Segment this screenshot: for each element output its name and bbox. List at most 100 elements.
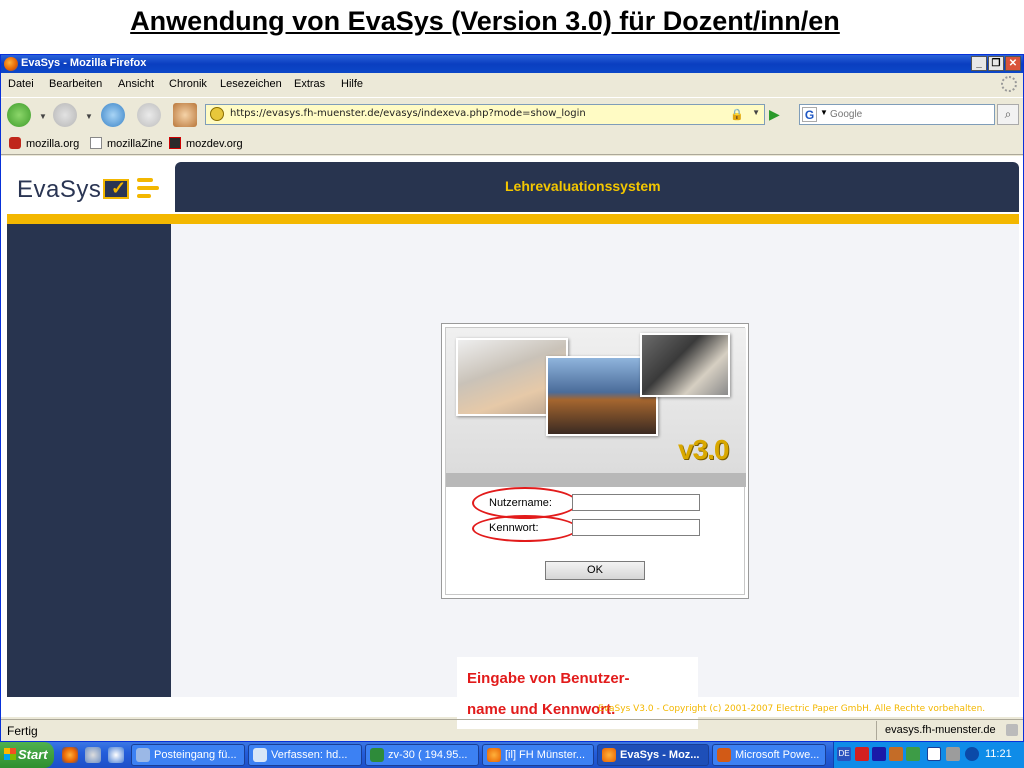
search-input[interactable] [830, 106, 992, 123]
security-lock-icon[interactable] [1006, 724, 1018, 736]
search-engine-dropdown-icon[interactable]: ▼ [820, 108, 828, 117]
banner-strip [446, 473, 746, 487]
tray-volume-icon[interactable] [946, 747, 960, 761]
callout-line-1: Eingabe von Benutzer- [467, 670, 630, 687]
menu-lesezeichen[interactable]: Lesezeichen [220, 78, 282, 90]
menu-bearbeiten[interactable]: Bearbeiten [49, 78, 102, 90]
tray-media-icon[interactable] [872, 747, 886, 761]
sidebar [7, 224, 171, 697]
clock: 11:21 [985, 748, 1012, 760]
search-engine-icon[interactable]: G [802, 107, 817, 122]
system-tray: DE 11:21 [833, 742, 1024, 768]
tray-network-icon[interactable] [906, 747, 920, 761]
evasys-header: EvaSys ✓ Lehrevaluationssystem [7, 162, 1019, 214]
back-icon[interactable] [7, 103, 31, 127]
start-label: Start [18, 747, 48, 762]
powerpoint-icon [717, 748, 731, 762]
login-box: v3.0 Nutzername: Kennwort: OK [441, 323, 749, 599]
taskbar: Start Posteingang fü... Verfassen: hd...… [0, 742, 1024, 768]
login-banner: v3.0 [446, 328, 746, 473]
mail-icon [136, 748, 150, 762]
compose-icon [253, 748, 267, 762]
window-title: EvaSys - Mozilla Firefox [21, 57, 147, 69]
password-label: Kennwort: [489, 522, 539, 534]
back-dropdown-icon[interactable]: ▼ [39, 112, 47, 121]
task-evasys[interactable]: EvaSys - Moz... [597, 744, 709, 766]
callout-line-2: name und Kennwort. [467, 701, 616, 718]
language-indicator[interactable]: DE [837, 747, 851, 761]
close-button[interactable]: ✕ [1005, 56, 1021, 71]
firefox-window: EvaSys - Mozilla Firefox _ ❐ ✕ Datei Bea… [0, 54, 1024, 742]
url-dropdown-icon[interactable]: ▼ [752, 108, 760, 117]
tray-update-icon[interactable] [965, 747, 979, 761]
username-input[interactable] [572, 494, 700, 511]
firefox-task-icon [487, 748, 501, 762]
stop-icon[interactable] [137, 103, 161, 127]
tray-acrobat-icon[interactable] [855, 747, 869, 761]
throbber-icon [1001, 76, 1017, 92]
minimize-button[interactable]: _ [971, 56, 987, 71]
firefox-icon [4, 57, 18, 71]
search-icon[interactable]: ⌕ [997, 104, 1019, 125]
evasys-logo: EvaSys ✓ [7, 162, 172, 212]
header-bar: Lehrevaluationssystem [175, 162, 1019, 212]
version-badge: v3.0 [678, 434, 729, 465]
login-inner: v3.0 Nutzername: Kennwort: OK [445, 327, 746, 595]
slide-title: Anwendung von EvaSys (Version 3.0) für D… [130, 6, 840, 36]
header-title: Lehrevaluationssystem [505, 178, 661, 194]
menu-chronik[interactable]: Chronik [169, 78, 207, 90]
status-bar: Fertig evasys.fh-muenster.de [1, 719, 1023, 741]
header-divider [7, 214, 1019, 224]
task-posteingang[interactable]: Posteingang fü... [131, 744, 245, 766]
forward-icon[interactable] [53, 103, 77, 127]
logo-checkbox-icon: ✓ [103, 178, 129, 199]
photo-computer-user [640, 333, 730, 397]
site-identity-icon[interactable] [210, 107, 224, 121]
task-verfassen[interactable]: Verfassen: hd... [248, 744, 362, 766]
bookmark-mozdev-org[interactable]: mozdev.org [169, 137, 243, 150]
status-text: Fertig [7, 724, 38, 738]
mozilla-icon [9, 137, 21, 149]
tray-app-icon[interactable] [889, 747, 903, 761]
ok-button[interactable]: OK [545, 561, 645, 580]
go-icon[interactable]: ▶ [769, 106, 789, 124]
remote-icon [370, 748, 384, 762]
bookmark-mozillazine[interactable]: mozillaZine [90, 137, 163, 150]
menu-hilfe[interactable]: Hilfe [341, 78, 363, 90]
username-label: Nutzername: [489, 497, 552, 509]
start-button[interactable]: Start [0, 742, 54, 768]
page-content: EvaSys ✓ Lehrevaluationssystem v3.0 Nutz… [1, 156, 1023, 729]
search-bar[interactable]: G ▼ [799, 104, 995, 125]
task-zv30[interactable]: zv-30 ( 194.95... [365, 744, 479, 766]
bookmark-mozilla-org[interactable]: mozilla.org [9, 137, 79, 150]
menu-datei[interactable]: Datei [8, 78, 34, 90]
menu-ansicht[interactable]: Ansicht [118, 78, 154, 90]
reload-icon[interactable] [101, 103, 125, 127]
status-host-text: evasys.fh-muenster.de [885, 724, 996, 736]
bookmarks-toolbar: mozilla.org mozillaZine mozdev.org [1, 133, 1023, 155]
home-icon[interactable] [173, 103, 197, 127]
page-icon [90, 137, 102, 149]
status-host: evasys.fh-muenster.de [876, 721, 1022, 740]
maximize-button[interactable]: ❐ [988, 56, 1004, 71]
quicklaunch-firefox-icon[interactable] [62, 747, 78, 763]
url-text[interactable]: https://evasys.fh-muenster.de/evasys/ind… [230, 108, 586, 119]
logo-bars-icon [137, 176, 159, 202]
window-titlebar[interactable]: EvaSys - Mozilla Firefox _ ❐ ✕ [1, 55, 1023, 73]
windows-logo-icon [4, 748, 16, 760]
quicklaunch-ie-icon[interactable] [108, 747, 124, 763]
firefox-task-icon [602, 748, 616, 762]
menu-extras[interactable]: Extras [294, 78, 325, 90]
forward-dropdown-icon[interactable]: ▼ [85, 112, 93, 121]
task-powerpoint[interactable]: Microsoft Powe... [712, 744, 826, 766]
padlock-icon: 🔒 [730, 109, 744, 121]
task-fh-muenster[interactable]: [il] FH Münster... [482, 744, 594, 766]
password-input[interactable] [572, 519, 700, 536]
navigation-toolbar: ▼ ▼ https://evasys.fh-muenster.de/evasys… [1, 97, 1023, 131]
copyright-text: EvaSys V3.0 - Copyright (c) 2001-2007 El… [598, 704, 986, 714]
url-bar[interactable]: https://evasys.fh-muenster.de/evasys/ind… [205, 104, 765, 125]
menubar: Datei Bearbeiten Ansicht Chronik Lesezei… [1, 74, 1023, 96]
quicklaunch-thunderbird-icon[interactable] [85, 747, 101, 763]
tray-check-icon[interactable] [927, 747, 941, 761]
mozdev-icon [169, 137, 181, 149]
